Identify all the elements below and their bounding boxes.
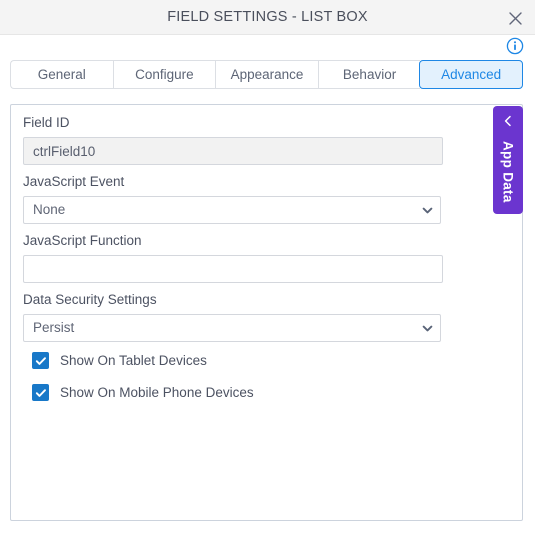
tab-advanced-label: Advanced bbox=[441, 67, 502, 82]
tab-appearance-label: Appearance bbox=[230, 67, 304, 82]
show-on-mobile-phone-devices-row[interactable]: Show On Mobile Phone Devices bbox=[32, 384, 254, 401]
data-security-settings-select[interactable]: Persist bbox=[23, 314, 441, 342]
tab-configure[interactable]: Configure bbox=[112, 60, 216, 89]
dialog-title: FIELD SETTINGS - LIST BOX bbox=[167, 9, 368, 25]
field-id-group: Field ID bbox=[23, 115, 443, 165]
close-icon[interactable] bbox=[503, 6, 527, 30]
tab-behavior[interactable]: Behavior bbox=[317, 60, 421, 89]
tab-general[interactable]: General bbox=[10, 60, 113, 89]
chevron-left-icon bbox=[502, 115, 514, 127]
javascript-event-value: None bbox=[23, 196, 441, 224]
field-id-label: Field ID bbox=[23, 115, 70, 130]
javascript-function-input[interactable] bbox=[23, 255, 443, 283]
dialog-titlebar: FIELD SETTINGS - LIST BOX bbox=[0, 0, 535, 35]
tab-appearance[interactable]: Appearance bbox=[215, 60, 318, 89]
field-id-input[interactable] bbox=[23, 137, 443, 165]
data-security-settings-group: Data Security Settings Persist bbox=[23, 292, 441, 342]
tab-behavior-label: Behavior bbox=[342, 67, 397, 82]
settings-tab-strip: General Configure Appearance Behavior Ad… bbox=[10, 60, 523, 89]
javascript-event-group: JavaScript Event None bbox=[23, 174, 441, 224]
javascript-function-label: JavaScript Function bbox=[23, 233, 142, 248]
app-data-label: App Data bbox=[500, 141, 516, 203]
tab-general-label: General bbox=[37, 67, 86, 82]
show-on-mobile-phone-devices-checkbox[interactable] bbox=[32, 384, 49, 401]
show-on-tablet-devices-row[interactable]: Show On Tablet Devices bbox=[32, 352, 207, 369]
tab-advanced[interactable]: Advanced bbox=[419, 60, 523, 89]
info-row bbox=[0, 35, 535, 57]
show-on-tablet-devices-checkbox[interactable] bbox=[32, 352, 49, 369]
show-on-tablet-devices-label: Show On Tablet Devices bbox=[60, 353, 207, 368]
tab-configure-label: Configure bbox=[135, 67, 194, 82]
data-security-settings-label: Data Security Settings bbox=[23, 292, 157, 307]
advanced-settings-panel: Field ID JavaScript Event None JavaScrip… bbox=[10, 104, 523, 521]
app-data-flyout-tab[interactable]: App Data bbox=[493, 106, 523, 214]
javascript-event-select[interactable]: None bbox=[23, 196, 441, 224]
info-icon[interactable] bbox=[506, 37, 524, 55]
field-settings-dialog: FIELD SETTINGS - LIST BOX General Config… bbox=[0, 0, 535, 555]
show-on-mobile-phone-devices-label: Show On Mobile Phone Devices bbox=[60, 385, 254, 400]
data-security-settings-value: Persist bbox=[23, 314, 441, 342]
javascript-event-label: JavaScript Event bbox=[23, 174, 125, 189]
javascript-function-group: JavaScript Function bbox=[23, 233, 443, 283]
